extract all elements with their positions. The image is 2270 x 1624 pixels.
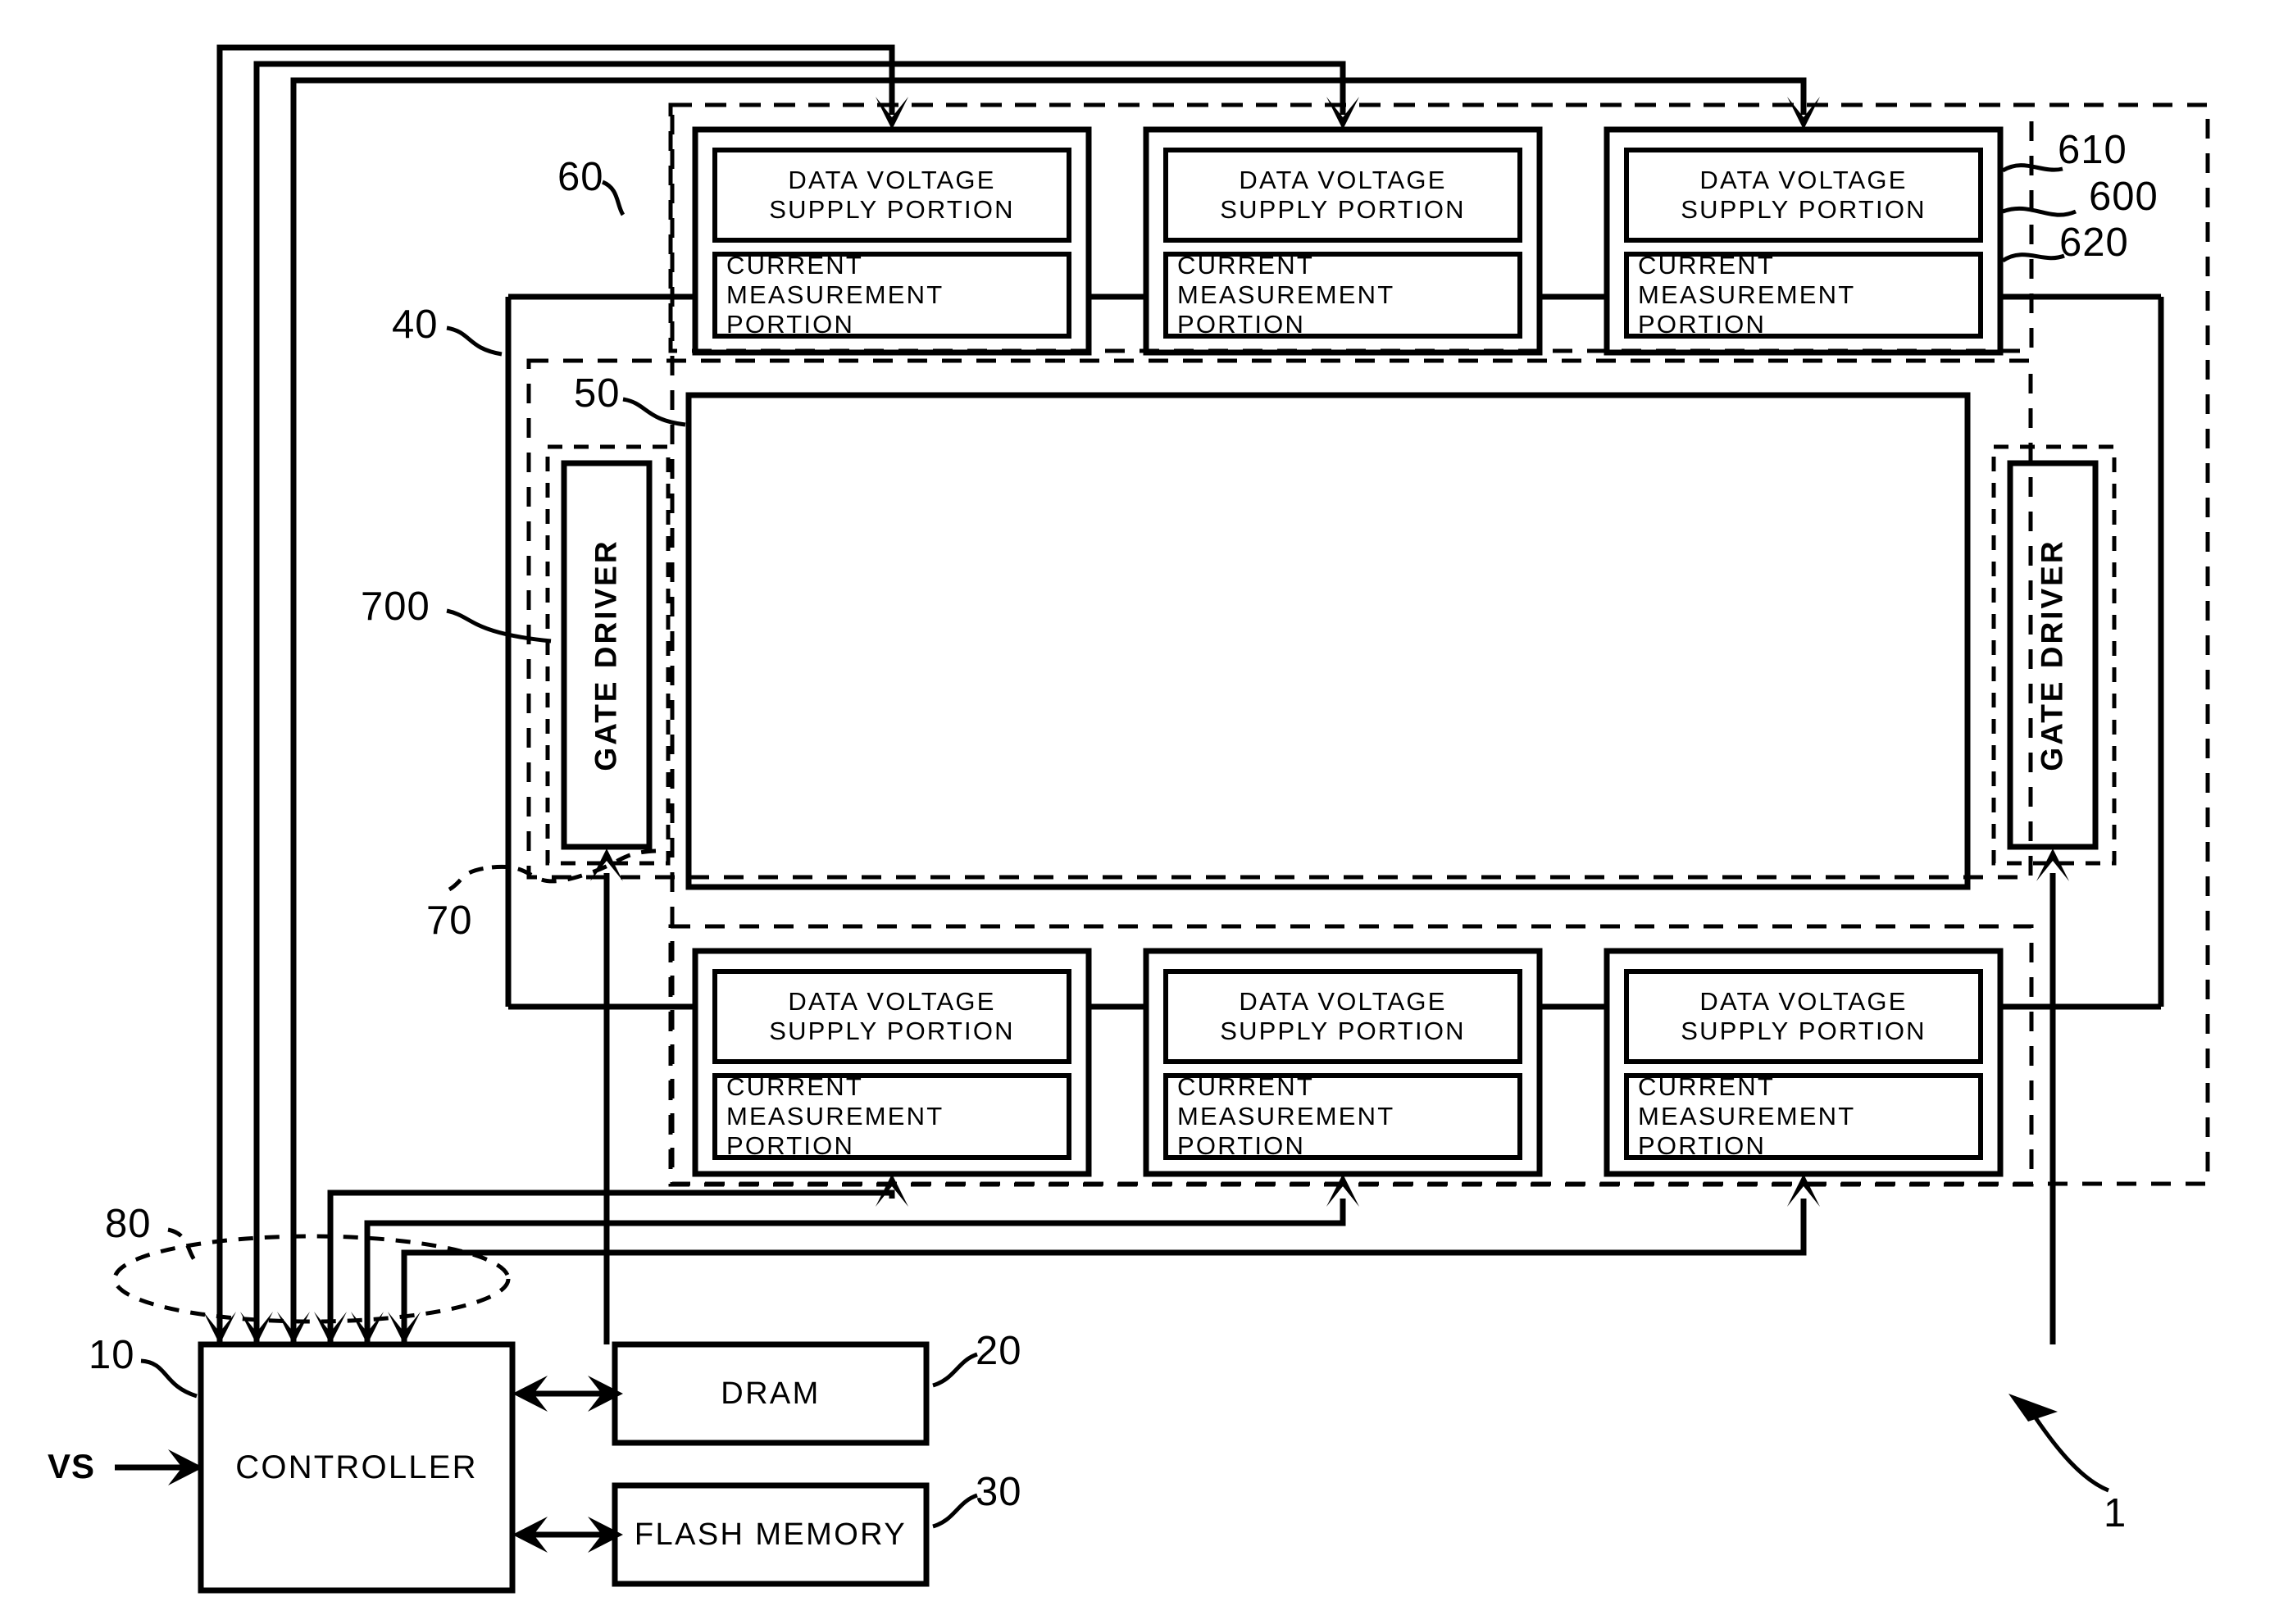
cmp-line1-bottom-0: CURRENT [726, 1072, 863, 1101]
label-data-voltage-supply-bottom-2: DATA VOLTAGE SUPPLY PORTION [1626, 971, 1981, 1062]
leader-ref-600 [2002, 206, 2077, 217]
label-data-voltage-supply-bottom-1: DATA VOLTAGE SUPPLY PORTION [1166, 971, 1520, 1062]
gate-driver-right-label-wrap: GATE DRIVER [2010, 463, 2095, 847]
ref-20: 20 [976, 1329, 1022, 1373]
ref-10: 10 [89, 1333, 135, 1377]
wire-controller-to-bottom-driver-1 [364, 1199, 1346, 1344]
cmp-line1-top-1: CURRENT [1177, 251, 1314, 280]
dram-label-wrap: DRAM [615, 1344, 926, 1443]
ref-1: 1 [2104, 1491, 2127, 1535]
dvs-line2-top-1: SUPPLY PORTION [1220, 195, 1466, 224]
leader-ref-70 [448, 865, 493, 892]
label-data-voltage-supply-top-2: DATA VOLTAGE SUPPLY PORTION [1626, 150, 1981, 240]
ref-600-wrap: 600 [2089, 174, 2159, 220]
ref-700-wrap: 700 [361, 584, 430, 630]
vs-label-wrap: VS [48, 1447, 95, 1486]
arrowhead-ref-1 [2008, 1394, 2058, 1422]
dvs-line1-top-0: DATA VOLTAGE [788, 166, 996, 194]
cmp-line2-bottom-1: MEASUREMENT PORTION [1177, 1102, 1394, 1160]
leader-ref-700 [446, 608, 552, 644]
label-current-measurement-top-1: CURRENT MEASUREMENT PORTION [1177, 251, 1520, 339]
gate-driver-left-label: GATE DRIVER [589, 539, 623, 771]
ref-70-wrap: 70 [426, 898, 473, 944]
cmp-line2-bottom-0: MEASUREMENT PORTION [726, 1102, 944, 1160]
gate-driver-left-label-wrap: GATE DRIVER [564, 463, 649, 847]
label-data-voltage-supply-bottom-0: DATA VOLTAGE SUPPLY PORTION [715, 971, 1069, 1062]
dvs-line1-bottom-0: DATA VOLTAGE [788, 987, 996, 1016]
ref-60: 60 [557, 155, 604, 199]
dvs-line2-top-2: SUPPLY PORTION [1681, 195, 1927, 224]
dvs-line1-bottom-1: DATA VOLTAGE [1239, 987, 1447, 1016]
cmp-line1-bottom-1: CURRENT [1177, 1072, 1314, 1101]
ref-20-wrap: 20 [976, 1328, 1022, 1374]
cmp-line2-top-1: MEASUREMENT PORTION [1177, 280, 1394, 339]
ref-80: 80 [105, 1202, 152, 1246]
dvs-line1-bottom-2: DATA VOLTAGE [1699, 987, 1908, 1016]
ref-600: 600 [2089, 175, 2159, 219]
vs-signal-label: VS [48, 1447, 96, 1485]
ref-70: 70 [426, 898, 473, 943]
ref-80-wrap: 80 [105, 1201, 152, 1247]
label-current-measurement-top-0: CURRENT MEASUREMENT PORTION [726, 251, 1069, 339]
figure-canvas: DATA VOLTAGE SUPPLY PORTION CURRENT MEAS… [0, 0, 2270, 1624]
label-data-voltage-supply-top-0: DATA VOLTAGE SUPPLY PORTION [715, 150, 1069, 240]
ref-700: 700 [361, 585, 430, 629]
cmp-line2-top-2: MEASUREMENT PORTION [1638, 280, 1855, 339]
ref-30: 30 [976, 1470, 1022, 1514]
ref-60-wrap: 60 [557, 154, 604, 200]
label-current-measurement-bottom-1: CURRENT MEASUREMENT PORTION [1177, 1072, 1520, 1160]
ref-50: 50 [574, 371, 621, 416]
leader-ref-60 [601, 180, 626, 216]
dvs-line2-bottom-1: SUPPLY PORTION [1220, 1017, 1466, 1045]
display-panel [685, 392, 1971, 890]
dram-label: DRAM [721, 1376, 821, 1411]
label-current-measurement-bottom-2: CURRENT MEASUREMENT PORTION [1638, 1072, 1981, 1160]
cmp-line1-top-0: CURRENT [726, 251, 863, 280]
ref-30-wrap: 30 [976, 1469, 1022, 1515]
ref-620: 620 [2059, 221, 2129, 265]
label-data-voltage-supply-top-1: DATA VOLTAGE SUPPLY PORTION [1166, 150, 1520, 240]
leader-ref-10 [140, 1358, 198, 1399]
leader-ref-50 [622, 397, 686, 427]
gate-driver-right-label: GATE DRIVER [2036, 539, 2069, 771]
label-current-measurement-bottom-0: CURRENT MEASUREMENT PORTION [726, 1072, 1069, 1160]
dvs-line2-bottom-2: SUPPLY PORTION [1681, 1017, 1927, 1045]
controller-bus-ellipse [112, 1234, 511, 1324]
label-current-measurement-top-2: CURRENT MEASUREMENT PORTION [1638, 251, 1981, 339]
ref-10-wrap: 10 [89, 1332, 135, 1378]
leader-ref-1 [2029, 1410, 2109, 1493]
cmp-line2-bottom-2: MEASUREMENT PORTION [1638, 1102, 1855, 1160]
cmp-line1-top-2: CURRENT [1638, 251, 1775, 280]
flash-memory-label: FLASH MEMORY [634, 1517, 908, 1552]
panel-module-dashed [526, 358, 2033, 880]
ref-620-wrap: 620 [2059, 220, 2129, 266]
ref-1-wrap: 1 [2104, 1490, 2127, 1536]
leader-ref-20 [932, 1352, 978, 1388]
ref-40-wrap: 40 [392, 302, 439, 348]
cmp-line2-top-0: MEASUREMENT PORTION [726, 280, 944, 339]
controller-label: CONTROLLER [235, 1449, 478, 1485]
dvs-line1-top-1: DATA VOLTAGE [1239, 166, 1447, 194]
dvs-line2-top-0: SUPPLY PORTION [769, 195, 1015, 224]
dvs-line1-top-2: DATA VOLTAGE [1699, 166, 1908, 194]
ref-50-wrap: 50 [574, 371, 621, 416]
flash-memory-label-wrap: FLASH MEMORY [615, 1485, 926, 1584]
ref-40: 40 [392, 303, 439, 347]
leader-ref-40 [446, 325, 503, 357]
controller-label-wrap: CONTROLLER [201, 1344, 512, 1590]
dvs-line2-bottom-0: SUPPLY PORTION [769, 1017, 1015, 1045]
cmp-line1-bottom-2: CURRENT [1638, 1072, 1775, 1101]
leader-ref-30 [932, 1493, 978, 1529]
ref-610: 610 [2058, 128, 2127, 172]
ref-610-wrap: 610 [2058, 127, 2127, 173]
